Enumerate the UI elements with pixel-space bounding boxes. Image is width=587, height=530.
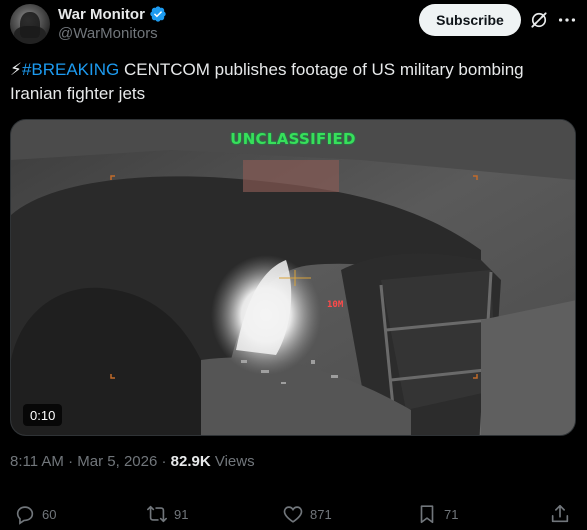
reply-count: 60 bbox=[42, 506, 57, 522]
more-icon[interactable] bbox=[556, 9, 578, 31]
author-display-name[interactable]: War Monitor bbox=[58, 6, 145, 23]
like-button[interactable]: 871 bbox=[282, 500, 332, 528]
unclassified-label: UNCLASSIFIED bbox=[230, 130, 356, 148]
share-icon bbox=[551, 504, 569, 523]
bookmark-icon bbox=[420, 505, 434, 524]
share-button[interactable] bbox=[549, 500, 571, 528]
range-readout: 10M bbox=[327, 300, 344, 310]
hashtag-link[interactable]: #BREAKING bbox=[22, 60, 119, 79]
lightning-emoji: ⚡ bbox=[10, 60, 22, 79]
views-count: 82.9K bbox=[170, 453, 211, 470]
author-info[interactable]: War Monitor @WarMonitors bbox=[58, 5, 167, 42]
avatar[interactable] bbox=[10, 4, 50, 44]
repost-count: 91 bbox=[174, 506, 189, 522]
author-handle[interactable]: @WarMonitors bbox=[58, 25, 167, 42]
bookmark-count: 71 bbox=[444, 506, 459, 522]
video-duration: 0:10 bbox=[23, 404, 63, 426]
tweet-header: War Monitor @WarMonitors Subscribe bbox=[10, 4, 577, 46]
bookmark-button[interactable]: 71 bbox=[416, 500, 458, 528]
tweet-time[interactable]: 8:11 AM bbox=[10, 453, 64, 470]
views-label: Views bbox=[214, 453, 255, 470]
repost-button[interactable]: 91 bbox=[146, 500, 188, 528]
repost-icon bbox=[147, 505, 167, 523]
tweet-meta: 8:11 AM · Mar 5, 2026 · 82.9K Views bbox=[10, 453, 255, 470]
video-player[interactable]: UNCLASSIFIED 10M 0:10 bbox=[10, 119, 576, 436]
reply-icon bbox=[16, 506, 34, 525]
meta-separator: · bbox=[68, 453, 74, 470]
action-bar: 60 91 871 71 bbox=[0, 500, 587, 528]
subscribe-button[interactable]: Subscribe bbox=[419, 4, 521, 36]
like-count: 871 bbox=[310, 506, 332, 522]
grok-icon[interactable] bbox=[529, 10, 549, 30]
meta-separator-2: · bbox=[161, 453, 167, 470]
tweet-date[interactable]: Mar 5, 2026 bbox=[77, 453, 157, 470]
heart-icon bbox=[283, 506, 303, 523]
video-frame bbox=[11, 120, 575, 435]
verified-badge-icon bbox=[150, 6, 166, 22]
reply-button[interactable]: 60 bbox=[14, 500, 56, 528]
tweet-text: ⚡#BREAKING CENTCOM publishes footage of … bbox=[10, 58, 575, 106]
